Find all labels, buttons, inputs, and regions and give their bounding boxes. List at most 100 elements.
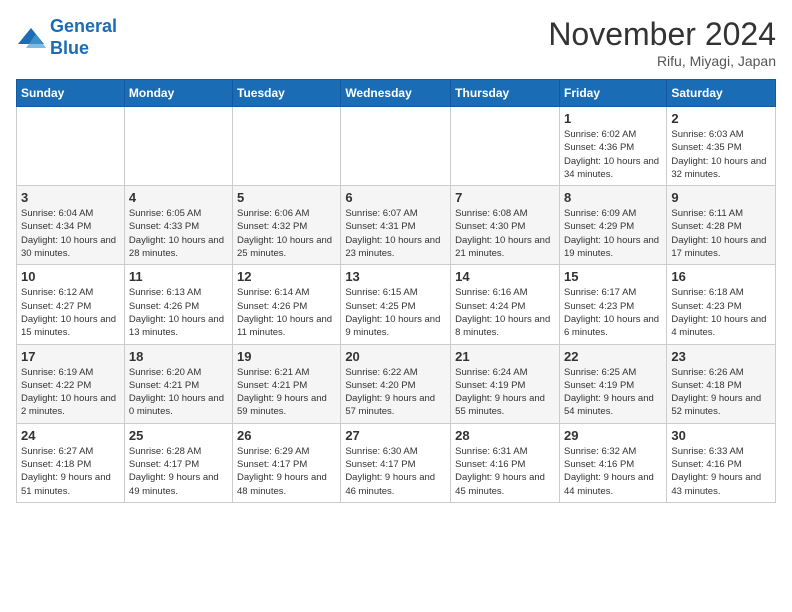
day-info: Sunrise: 6:33 AM Sunset: 4:16 PM Dayligh… (671, 445, 771, 498)
calendar-week-2: 3Sunrise: 6:04 AM Sunset: 4:34 PM Daylig… (17, 186, 776, 265)
weekday-header-tuesday: Tuesday (233, 80, 341, 107)
month-title: November 2024 (548, 16, 776, 53)
logo-general: General (50, 16, 117, 36)
weekday-header-wednesday: Wednesday (341, 80, 451, 107)
calendar-cell (233, 107, 341, 186)
calendar-cell (124, 107, 232, 186)
day-number: 23 (671, 349, 771, 364)
weekday-header-saturday: Saturday (667, 80, 776, 107)
day-info: Sunrise: 6:15 AM Sunset: 4:25 PM Dayligh… (345, 286, 446, 339)
calendar-body: 1 Sunrise: 6:02 AM Sunset: 4:36 PM Daylig… (17, 107, 776, 503)
day-info: Sunrise: 6:12 AM Sunset: 4:27 PM Dayligh… (21, 286, 120, 339)
day-number: 22 (564, 349, 662, 364)
day-info: Sunrise: 6:05 AM Sunset: 4:33 PM Dayligh… (129, 207, 228, 260)
logo-blue: Blue (50, 38, 117, 60)
location: Rifu, Miyagi, Japan (548, 53, 776, 69)
calendar-cell: 16 Sunrise: 6:18 AM Sunset: 4:23 PM Dayli… (667, 265, 776, 344)
calendar-cell: 19Sunrise: 6:21 AM Sunset: 4:21 PM Dayli… (233, 344, 341, 423)
day-info: Sunrise: 6:07 AM Sunset: 4:31 PM Dayligh… (345, 207, 446, 260)
day-info: Sunrise: 6:27 AM Sunset: 4:18 PM Dayligh… (21, 445, 120, 498)
calendar-week-5: 24 Sunrise: 6:27 AM Sunset: 4:18 PM Dayli… (17, 423, 776, 502)
calendar-cell: 5Sunrise: 6:06 AM Sunset: 4:32 PM Daylig… (233, 186, 341, 265)
day-info: Sunrise: 6:21 AM Sunset: 4:21 PM Dayligh… (237, 366, 336, 419)
calendar-cell: 29 Sunrise: 6:32 AM Sunset: 4:16 PM Dayli… (559, 423, 666, 502)
calendar-cell: 26 Sunrise: 6:29 AM Sunset: 4:17 PM Dayli… (233, 423, 341, 502)
day-number: 29 (564, 428, 662, 443)
day-number: 14 (455, 269, 555, 284)
calendar-cell: 4Sunrise: 6:05 AM Sunset: 4:33 PM Daylig… (124, 186, 232, 265)
day-info: Sunrise: 6:18 AM Sunset: 4:23 PM Dayligh… (671, 286, 771, 339)
calendar-week-1: 1 Sunrise: 6:02 AM Sunset: 4:36 PM Daylig… (17, 107, 776, 186)
day-number: 10 (21, 269, 120, 284)
day-number: 13 (345, 269, 446, 284)
day-number: 2 (671, 111, 771, 126)
page-header: General Blue November 2024 Rifu, Miyagi,… (16, 16, 776, 69)
weekday-header-monday: Monday (124, 80, 232, 107)
logo-icon (16, 26, 46, 50)
day-number: 20 (345, 349, 446, 364)
day-number: 15 (564, 269, 662, 284)
calendar-cell: 23 Sunrise: 6:26 AM Sunset: 4:18 PM Dayli… (667, 344, 776, 423)
day-number: 5 (237, 190, 336, 205)
day-info: Sunrise: 6:26 AM Sunset: 4:18 PM Dayligh… (671, 366, 771, 419)
day-info: Sunrise: 6:17 AM Sunset: 4:23 PM Dayligh… (564, 286, 662, 339)
weekday-header-sunday: Sunday (17, 80, 125, 107)
calendar-week-3: 10 Sunrise: 6:12 AM Sunset: 4:27 PM Dayli… (17, 265, 776, 344)
calendar-cell: 7 Sunrise: 6:08 AM Sunset: 4:30 PM Daylig… (451, 186, 560, 265)
day-info: Sunrise: 6:11 AM Sunset: 4:28 PM Dayligh… (671, 207, 771, 260)
weekday-row: SundayMondayTuesdayWednesdayThursdayFrid… (17, 80, 776, 107)
day-number: 27 (345, 428, 446, 443)
title-block: November 2024 Rifu, Miyagi, Japan (548, 16, 776, 69)
day-number: 24 (21, 428, 120, 443)
day-info: Sunrise: 6:08 AM Sunset: 4:30 PM Dayligh… (455, 207, 555, 260)
calendar-cell: 15 Sunrise: 6:17 AM Sunset: 4:23 PM Dayli… (559, 265, 666, 344)
day-number: 8 (564, 190, 662, 205)
calendar-cell: 28Sunrise: 6:31 AM Sunset: 4:16 PM Dayli… (451, 423, 560, 502)
calendar-cell: 30Sunrise: 6:33 AM Sunset: 4:16 PM Dayli… (667, 423, 776, 502)
day-info: Sunrise: 6:20 AM Sunset: 4:21 PM Dayligh… (129, 366, 228, 419)
day-number: 16 (671, 269, 771, 284)
calendar-cell: 14 Sunrise: 6:16 AM Sunset: 4:24 PM Dayli… (451, 265, 560, 344)
calendar-cell (341, 107, 451, 186)
calendar-cell: 3Sunrise: 6:04 AM Sunset: 4:34 PM Daylig… (17, 186, 125, 265)
calendar-cell: 20 Sunrise: 6:22 AM Sunset: 4:20 PM Dayli… (341, 344, 451, 423)
day-number: 26 (237, 428, 336, 443)
day-number: 18 (129, 349, 228, 364)
calendar: SundayMondayTuesdayWednesdayThursdayFrid… (16, 79, 776, 503)
day-number: 25 (129, 428, 228, 443)
day-info: Sunrise: 6:19 AM Sunset: 4:22 PM Dayligh… (21, 366, 120, 419)
weekday-header-thursday: Thursday (451, 80, 560, 107)
day-info: Sunrise: 6:32 AM Sunset: 4:16 PM Dayligh… (564, 445, 662, 498)
weekday-header-friday: Friday (559, 80, 666, 107)
calendar-cell: 8Sunrise: 6:09 AM Sunset: 4:29 PM Daylig… (559, 186, 666, 265)
day-number: 1 (564, 111, 662, 126)
calendar-cell: 6 Sunrise: 6:07 AM Sunset: 4:31 PM Daylig… (341, 186, 451, 265)
day-info: Sunrise: 6:28 AM Sunset: 4:17 PM Dayligh… (129, 445, 228, 498)
day-info: Sunrise: 6:24 AM Sunset: 4:19 PM Dayligh… (455, 366, 555, 419)
calendar-cell: 1 Sunrise: 6:02 AM Sunset: 4:36 PM Daylig… (559, 107, 666, 186)
calendar-cell: 21Sunrise: 6:24 AM Sunset: 4:19 PM Dayli… (451, 344, 560, 423)
calendar-cell: 11Sunrise: 6:13 AM Sunset: 4:26 PM Dayli… (124, 265, 232, 344)
calendar-cell: 24 Sunrise: 6:27 AM Sunset: 4:18 PM Dayli… (17, 423, 125, 502)
calendar-week-4: 17Sunrise: 6:19 AM Sunset: 4:22 PM Dayli… (17, 344, 776, 423)
day-info: Sunrise: 6:22 AM Sunset: 4:20 PM Dayligh… (345, 366, 446, 419)
calendar-cell: 18 Sunrise: 6:20 AM Sunset: 4:21 PM Dayli… (124, 344, 232, 423)
day-number: 6 (345, 190, 446, 205)
day-info: Sunrise: 6:04 AM Sunset: 4:34 PM Dayligh… (21, 207, 120, 260)
calendar-cell: 27Sunrise: 6:30 AM Sunset: 4:17 PM Dayli… (341, 423, 451, 502)
calendar-cell (451, 107, 560, 186)
calendar-header: SundayMondayTuesdayWednesdayThursdayFrid… (17, 80, 776, 107)
day-number: 7 (455, 190, 555, 205)
day-number: 28 (455, 428, 555, 443)
day-info: Sunrise: 6:02 AM Sunset: 4:36 PM Dayligh… (564, 128, 662, 181)
calendar-cell: 25 Sunrise: 6:28 AM Sunset: 4:17 PM Dayli… (124, 423, 232, 502)
day-info: Sunrise: 6:16 AM Sunset: 4:24 PM Dayligh… (455, 286, 555, 339)
calendar-cell: 13 Sunrise: 6:15 AM Sunset: 4:25 PM Dayli… (341, 265, 451, 344)
calendar-cell: 17Sunrise: 6:19 AM Sunset: 4:22 PM Dayli… (17, 344, 125, 423)
day-info: Sunrise: 6:13 AM Sunset: 4:26 PM Dayligh… (129, 286, 228, 339)
day-info: Sunrise: 6:29 AM Sunset: 4:17 PM Dayligh… (237, 445, 336, 498)
calendar-cell (17, 107, 125, 186)
day-info: Sunrise: 6:14 AM Sunset: 4:26 PM Dayligh… (237, 286, 336, 339)
logo-text: General Blue (50, 16, 117, 59)
day-number: 9 (671, 190, 771, 205)
